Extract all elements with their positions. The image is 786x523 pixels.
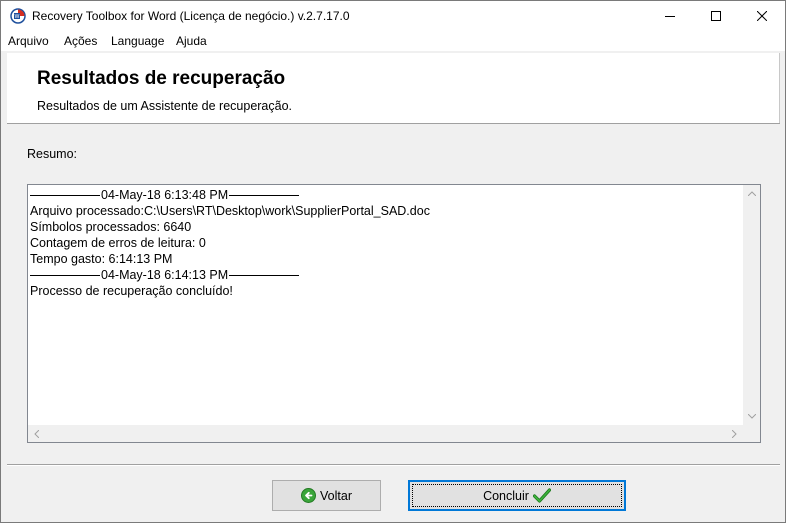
- header-divider: [7, 123, 780, 124]
- back-button[interactable]: Voltar: [272, 480, 381, 511]
- minimize-icon: [665, 11, 675, 21]
- log-processed-file: Arquivo processado:C:\Users\RT\Desktop\w…: [30, 204, 430, 218]
- footer-divider-highlight: [7, 465, 780, 466]
- log-time-spent: Tempo gasto: 6:14:13 PM: [30, 252, 173, 266]
- menu-ajuda[interactable]: Ajuda: [176, 34, 207, 48]
- wizard-header: Resultados de recuperação Resultados de …: [7, 53, 780, 123]
- horizontal-scrollbar[interactable]: [28, 425, 743, 442]
- scroll-left-icon[interactable]: [28, 425, 45, 442]
- log-separator-start: 04-May-18 6:13:48 PM: [30, 187, 744, 203]
- close-icon: [757, 11, 767, 21]
- maximize-button[interactable]: [693, 1, 739, 31]
- menu-language[interactable]: Language: [111, 34, 164, 48]
- back-button-label: Voltar: [320, 488, 352, 503]
- page-title: Resultados de recuperação: [37, 68, 286, 89]
- window-title: Recovery Toolbox for Word (Licença de ne…: [32, 9, 350, 23]
- svg-text:W: W: [15, 14, 20, 20]
- menu-acoes[interactable]: Ações: [64, 34, 97, 48]
- log-done: Processo de recuperação concluído!: [30, 284, 233, 298]
- log-content: 04-May-18 6:13:48 PM Arquivo processado:…: [30, 187, 744, 299]
- back-arrow-icon: [301, 488, 317, 503]
- close-button[interactable]: [739, 1, 785, 31]
- page-subtitle: Resultados de um Assistente de recuperaç…: [37, 99, 293, 113]
- focus-rectangle: [412, 484, 622, 507]
- scroll-up-icon[interactable]: [743, 185, 760, 202]
- minimize-button[interactable]: [647, 1, 693, 31]
- maximize-icon: [711, 11, 721, 21]
- log-separator-end: 04-May-18 6:14:13 PM: [30, 267, 744, 283]
- app-window: W Recovery Toolbox for Word (Licença de …: [0, 0, 786, 523]
- app-icon: W: [10, 8, 26, 24]
- menu-bar: Arquivo Ações Language Ajuda: [1, 31, 785, 51]
- vertical-scrollbar[interactable]: [743, 185, 760, 425]
- scroll-down-icon[interactable]: [743, 408, 760, 425]
- finish-button[interactable]: Concluir: [408, 480, 626, 511]
- menu-arquivo[interactable]: Arquivo: [8, 34, 49, 48]
- scrollbar-corner: [743, 425, 760, 442]
- log-read-errors: Contagem de erros de leitura: 0: [30, 236, 206, 250]
- title-bar[interactable]: W Recovery Toolbox for Word (Licença de …: [1, 1, 785, 31]
- summary-label: Resumo:: [27, 147, 78, 161]
- log-symbols: Símbolos processados: 6640: [30, 220, 192, 234]
- scroll-right-icon[interactable]: [726, 425, 743, 442]
- summary-log[interactable]: 04-May-18 6:13:48 PM Arquivo processado:…: [27, 184, 761, 443]
